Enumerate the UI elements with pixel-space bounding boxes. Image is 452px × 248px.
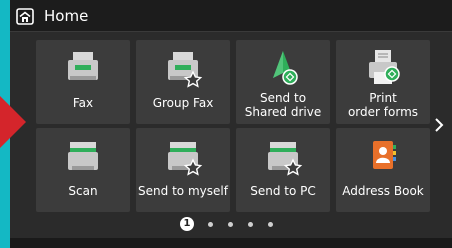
shared-drive-icon [273,51,298,85]
group-fax-icon [168,52,203,88]
print-order-forms-line1: Print [369,91,397,105]
print-order-forms-line2: order forms [347,105,419,119]
fax-label: Fax [72,96,94,110]
print-order-forms-label: Print order forms [336,91,430,119]
fax-icon [68,52,98,80]
send-to-shared-drive-button[interactable]: Send to Shared drive [236,40,330,124]
send-to-myself-button[interactable]: Send to myself [136,128,230,212]
page-dot-current[interactable]: 1 [180,217,194,231]
send-to-pc-icon [268,142,303,176]
page-dot[interactable] [248,222,253,227]
send-to-myself-label: Send to myself [138,184,228,198]
scan-label: Scan [68,184,98,198]
page-indicator[interactable]: 1 [180,216,290,232]
address-book-label: Address Book [342,184,424,198]
send-to-shared-drive-line2: Shared drive [244,105,322,119]
group-fax-button[interactable]: Group Fax [136,40,230,124]
scan-icon [68,142,98,170]
send-to-pc-button[interactable]: Send to PC [236,128,330,212]
scan-button[interactable]: Scan [36,128,130,212]
pointer-arrow-icon [0,96,26,148]
send-to-shared-drive-line1: Send to [259,91,307,105]
header-bar: Home [10,0,452,32]
group-fax-label: Group Fax [152,96,214,110]
page-dot[interactable] [268,222,273,227]
send-to-myself-icon [168,142,203,176]
address-book-button[interactable]: Address Book [336,128,430,212]
page-title: Home [44,7,89,25]
page-dot[interactable] [208,222,213,227]
fax-button[interactable]: Fax [36,40,130,124]
home-icon[interactable] [16,8,34,25]
print-order-forms-button[interactable]: Print order forms [336,40,430,124]
printer-panel: Home Fax Group Fax Send to Shared drive … [10,0,452,248]
send-to-shared-drive-label: Send to Shared drive [236,91,330,119]
address-book-icon [373,141,396,169]
footer-bar [10,238,452,248]
print-forms-icon [369,50,400,84]
chevron-right-icon[interactable] [433,115,445,135]
page-dot[interactable] [228,222,233,227]
send-to-pc-label: Send to PC [250,184,316,198]
